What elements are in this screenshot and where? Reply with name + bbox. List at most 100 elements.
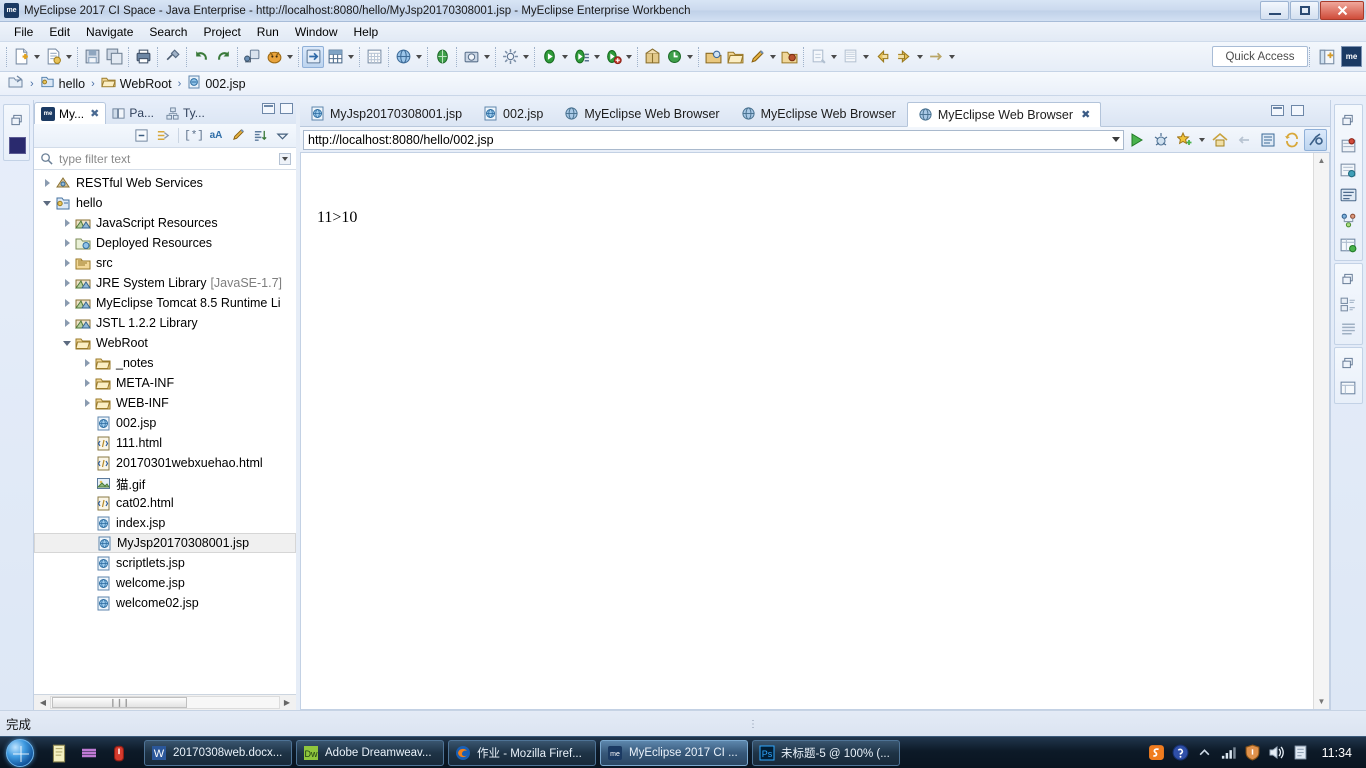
open-perspective-button[interactable] bbox=[1316, 45, 1338, 68]
sort-button[interactable] bbox=[250, 126, 270, 146]
scroll-down-button[interactable]: ▼ bbox=[1314, 694, 1329, 709]
undo-button[interactable] bbox=[190, 46, 212, 68]
action-center-icon[interactable] bbox=[1292, 744, 1309, 762]
run-dropdown[interactable] bbox=[560, 46, 570, 68]
chevron-right-icon[interactable] bbox=[40, 179, 54, 187]
tree-item[interactable]: WEB-INF bbox=[34, 393, 296, 413]
taskbar-clock[interactable]: 11:34 bbox=[1316, 746, 1358, 760]
sogou-icon[interactable] bbox=[1148, 744, 1165, 762]
search-input[interactable]: type filter text bbox=[59, 152, 130, 166]
myeclipse-explorer-icon[interactable] bbox=[4, 133, 30, 157]
refresh-green-button[interactable] bbox=[663, 46, 685, 68]
tab-package-explorer[interactable]: Pa... bbox=[106, 102, 160, 124]
tree-item[interactable]: welcome02.jsp bbox=[34, 593, 296, 613]
menu-run[interactable]: Run bbox=[249, 23, 287, 41]
redo-button[interactable] bbox=[212, 46, 234, 68]
servers-view-icon[interactable] bbox=[1336, 133, 1362, 157]
open-type-button[interactable] bbox=[702, 46, 724, 68]
tree-item[interactable]: 111.html bbox=[34, 433, 296, 453]
editor-tab[interactable]: MyEclipse Web Browser bbox=[554, 101, 730, 126]
maximize-view-button[interactable] bbox=[280, 103, 293, 114]
editor-tab[interactable]: MyEclipse Web Browser bbox=[731, 101, 907, 126]
menu-navigate[interactable]: Navigate bbox=[78, 23, 141, 41]
tree-item[interactable]: welcome.jsp bbox=[34, 573, 296, 593]
debug-server-button[interactable] bbox=[241, 46, 263, 68]
tree-item[interactable]: scriptlets.jsp bbox=[34, 553, 296, 573]
tree-item[interactable]: RESTful Web Services bbox=[34, 173, 296, 193]
taskbar-button[interactable]: 作业 - Mozilla Firef... bbox=[448, 739, 596, 766]
maximize-editor-button[interactable] bbox=[1291, 105, 1304, 116]
tree-item[interactable]: cat02.html bbox=[34, 493, 296, 513]
chevron-right-icon[interactable] bbox=[80, 379, 94, 387]
restore-icon[interactable] bbox=[1336, 351, 1362, 375]
tasks-view-icon[interactable] bbox=[1336, 317, 1362, 341]
breadcrumb-segment-project[interactable]: hello bbox=[59, 77, 85, 91]
refresh-button[interactable] bbox=[1280, 129, 1303, 151]
browser-vertical-scrollbar[interactable]: ▲ ▼ bbox=[1313, 153, 1329, 709]
chevron-right-icon[interactable] bbox=[60, 319, 74, 327]
snapshot-button[interactable] bbox=[460, 46, 482, 68]
external-tools-button[interactable] bbox=[499, 46, 521, 68]
new-package-button[interactable] bbox=[641, 46, 663, 68]
chevron-down-icon[interactable] bbox=[40, 200, 54, 206]
open-task-button[interactable] bbox=[778, 46, 800, 68]
console-view-icon[interactable] bbox=[1336, 183, 1362, 207]
tab-type-hierarchy[interactable]: Ty... bbox=[160, 102, 211, 124]
external-tools-dropdown[interactable] bbox=[521, 46, 531, 68]
menu-window[interactable]: Window bbox=[287, 23, 346, 41]
tab-close-icon[interactable]: ✖ bbox=[90, 107, 99, 120]
security-icon[interactable] bbox=[1244, 744, 1261, 762]
next-annotation-button[interactable] bbox=[807, 46, 829, 68]
minimize-button[interactable] bbox=[1260, 1, 1289, 20]
minimize-editor-button[interactable] bbox=[1271, 105, 1284, 116]
case-sensitive-button[interactable]: aA bbox=[206, 126, 226, 146]
breadcrumb-workspace-icon[interactable] bbox=[8, 75, 24, 92]
snapshot-dropdown[interactable] bbox=[482, 46, 492, 68]
restore-icon[interactable] bbox=[1336, 267, 1362, 291]
media-icon[interactable] bbox=[78, 741, 100, 765]
tab-myeclipse-explorer[interactable]: me My... ✖ bbox=[34, 102, 107, 124]
chevron-right-icon[interactable] bbox=[60, 239, 74, 247]
back-button[interactable] bbox=[871, 46, 893, 68]
snippets-view-icon[interactable] bbox=[1336, 158, 1362, 182]
scroll-right-button[interactable]: ▶ bbox=[280, 696, 294, 709]
debug-dropdown[interactable] bbox=[624, 46, 634, 68]
volume-icon[interactable] bbox=[1268, 744, 1285, 762]
properties-view-icon[interactable] bbox=[1336, 376, 1362, 400]
db-browser-view-icon[interactable] bbox=[1336, 233, 1362, 257]
editor-tab[interactable]: 002.jsp bbox=[473, 101, 554, 126]
chevron-right-icon[interactable] bbox=[80, 359, 94, 367]
breadcrumb-segment-file[interactable]: 002.jsp bbox=[205, 77, 245, 91]
tree-item[interactable]: 002.jsp bbox=[34, 413, 296, 433]
scroll-left-button[interactable]: ◀ bbox=[36, 696, 50, 709]
run-config-button[interactable] bbox=[570, 46, 592, 68]
editor-tab[interactable]: MyEclipse Web Browser ✖ bbox=[906, 102, 1102, 127]
menu-file[interactable]: File bbox=[6, 23, 41, 41]
clear-filter-button[interactable] bbox=[228, 126, 248, 146]
tree-item[interactable]: META-INF bbox=[34, 373, 296, 393]
help-icon[interactable] bbox=[1172, 744, 1189, 762]
tree-item[interactable]: MyEclipse Tomcat 8.5 Runtime Li bbox=[34, 293, 296, 313]
tree-item[interactable]: JSTL 1.2.2 Library bbox=[34, 313, 296, 333]
open-resource-button[interactable] bbox=[724, 46, 746, 68]
menu-search[interactable]: Search bbox=[141, 23, 195, 41]
tree-item[interactable]: index.jsp bbox=[34, 513, 296, 533]
filter-row[interactable]: type filter text bbox=[34, 148, 296, 170]
forward-dropdown[interactable] bbox=[915, 46, 925, 68]
chevron-right-icon[interactable] bbox=[60, 219, 74, 227]
save-all-button[interactable] bbox=[103, 46, 125, 68]
regex-filter-button[interactable]: [*] bbox=[184, 126, 204, 146]
tree-item[interactable]: JavaScript Resources bbox=[34, 213, 296, 233]
page-source-button[interactable] bbox=[1256, 129, 1279, 151]
toggle-breakpoint-button[interactable] bbox=[161, 46, 183, 68]
notepad-icon[interactable] bbox=[48, 741, 70, 765]
chevron-right-icon[interactable] bbox=[60, 279, 74, 287]
bookmark-dropdown[interactable] bbox=[1197, 129, 1207, 151]
menu-project[interactable]: Project bbox=[195, 23, 248, 41]
app-red-icon[interactable] bbox=[108, 741, 130, 765]
restore-icon[interactable] bbox=[1336, 108, 1362, 132]
editor-tab[interactable]: MyJsp20170308001.jsp bbox=[300, 101, 473, 126]
go-button[interactable] bbox=[1125, 129, 1148, 151]
deploy-button[interactable] bbox=[302, 45, 324, 68]
add-bookmark-button[interactable] bbox=[1173, 129, 1196, 151]
